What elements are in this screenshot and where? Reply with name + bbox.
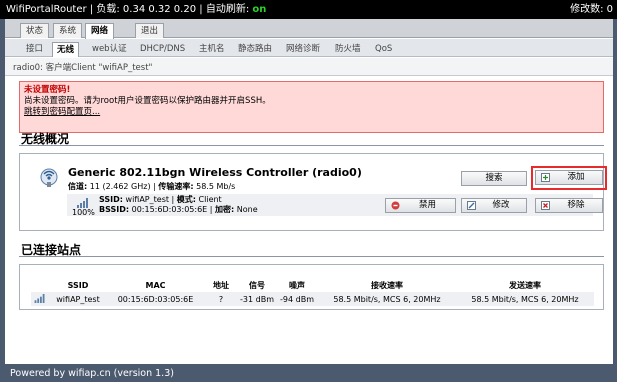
stations-table: SSID MAC 地址 信号 噪声 接收速率 发送速率 wifiAP_test …	[31, 278, 594, 306]
table-row: wifiAP_test 00:15:6D:03:05:6E ? -31 dBm …	[31, 292, 594, 306]
changes-count[interactable]: 修改数: 0	[570, 0, 613, 19]
ssid-value: wifiAP_test	[125, 195, 169, 204]
autorefresh-label: 自动刷新:	[205, 4, 250, 15]
column-tx-rate: 发送速率	[509, 280, 541, 290]
subtab-wireless[interactable]: 无线	[52, 42, 80, 57]
rate-value: 58.5 Mb/s	[196, 182, 236, 191]
remove-icon	[541, 201, 550, 210]
signal-bars-icon	[77, 198, 88, 208]
tab-system[interactable]: 系统	[53, 23, 83, 38]
subtab-diagnostics[interactable]: 网络诊断	[282, 42, 324, 57]
signal-percent: 100%	[72, 208, 95, 217]
disable-label: 禁用	[418, 200, 436, 210]
channel-label: 信道:	[68, 182, 88, 191]
station-signal: -31 dBm	[238, 292, 276, 306]
scan-button[interactable]: 搜索	[461, 171, 527, 186]
main-menu: 状态 系统 网络 退出	[5, 19, 613, 39]
network-submenu: 接口 无线 web认证 DHCP/DNS 主机名 静态路由 网络诊断 防火墙 Q…	[5, 39, 613, 57]
wireless-device-panel: Generic 802.11bgn Wireless Controller (r…	[19, 153, 607, 231]
add-button[interactable]: 添加	[535, 170, 603, 185]
main-content: 状态 系统 网络 退出 接口 无线 web认证 DHCP/DNS 主机名 静态路…	[5, 19, 613, 364]
encryption-label: 加密:	[215, 205, 235, 214]
station-address: ?	[204, 292, 238, 306]
bssid-label: BSSID:	[99, 205, 130, 214]
network-details: SSID: wifiAP_test | 模式: Client BSSID: 00…	[99, 195, 258, 214]
section-divider	[19, 256, 604, 257]
column-signal: 信号	[249, 280, 265, 290]
ssid-label: SSID:	[99, 195, 123, 204]
station-mac: 00:15:6D:03:05:6E	[107, 292, 204, 306]
table-header: SSID MAC 地址 信号 噪声 接收速率 发送速率	[31, 278, 594, 292]
station-noise: -94 dBm	[276, 292, 318, 306]
disable-icon	[391, 201, 400, 210]
add-label: 添加	[567, 172, 585, 182]
subtab-firewall[interactable]: 防火墙	[331, 42, 365, 57]
breadcrumb-bar: radio0: 客户端Client "wifiAP_test"	[5, 58, 613, 76]
edit-icon	[467, 201, 476, 210]
subtab-interfaces[interactable]: 接口	[22, 42, 47, 57]
tab-network[interactable]: 网络	[85, 23, 115, 39]
tab-logout[interactable]: 退出	[135, 23, 165, 38]
mode-label: 模式:	[176, 195, 196, 204]
remove-label: 移除	[567, 200, 585, 210]
mode-value: Client	[198, 195, 222, 204]
bssid-value: 00:15:6D:03:05:6E	[131, 205, 208, 214]
edit-label: 修改	[492, 200, 510, 210]
breadcrumb[interactable]: radio0: 客户端Client "wifiAP_test"	[13, 61, 152, 73]
station-rx-rate: 58.5 Mbit/s, MCS 6, 20MHz	[318, 292, 456, 306]
scan-label: 搜索	[485, 173, 503, 183]
signal-bars-icon	[34, 293, 45, 303]
section-divider	[19, 145, 604, 146]
column-noise: 噪声	[289, 280, 305, 290]
disable-button[interactable]: 禁用	[385, 198, 456, 213]
device-details: 信道: 11 (2.462 GHz) | 传输速率: 58.5 Mb/s	[68, 182, 236, 191]
subtab-static-routes[interactable]: 静态路由	[234, 42, 276, 57]
footer-powered-by: Powered by wifiap.cn (version 1.3)	[10, 368, 174, 379]
top-status-bar: WifiPortalRouter | 负载: 0.34 0.32 0.20 | …	[0, 0, 617, 19]
subtab-web-auth[interactable]: web认证	[88, 42, 131, 57]
device-name: Generic 802.11bgn Wireless Controller (r…	[68, 166, 362, 179]
autorefresh-toggle[interactable]: on	[252, 4, 266, 15]
edit-button[interactable]: 修改	[461, 198, 527, 213]
rate-label: 传输速率:	[158, 182, 194, 191]
column-ssid: SSID	[67, 280, 89, 290]
alert-title: 未设置密码!	[24, 85, 71, 95]
station-ssid: wifiAP_test	[49, 292, 107, 306]
column-rx-rate: 接收速率	[371, 280, 403, 290]
no-password-alert: 未设置密码! 尚未设置密码。请为root用户设置密码以保护路由器并开启SSH。 …	[19, 81, 604, 133]
hostname: WifiPortalRouter	[6, 4, 87, 15]
subtab-dhcp-dns[interactable]: DHCP/DNS	[136, 42, 189, 57]
stations-panel: SSID MAC 地址 信号 噪声 接收速率 发送速率 wifiAP_test …	[19, 264, 604, 310]
password-config-link[interactable]: 跳转到密码配置页...	[24, 107, 100, 117]
load-average: 负载: 0.34 0.32 0.20	[96, 4, 197, 15]
subtab-qos[interactable]: QoS	[371, 42, 396, 57]
tab-status[interactable]: 状态	[20, 23, 50, 38]
remove-button[interactable]: 移除	[535, 198, 603, 213]
channel-value: 11 (2.462 GHz)	[89, 182, 151, 191]
wireless-device-icon	[40, 168, 58, 187]
encryption-value: None	[236, 205, 258, 214]
add-icon	[541, 173, 550, 182]
column-address: 地址	[213, 280, 229, 290]
subtab-hostnames[interactable]: 主机名	[195, 42, 229, 57]
column-mac: MAC	[145, 280, 166, 290]
station-tx-rate: 58.5 Mbit/s, MCS 6, 20MHz	[456, 292, 594, 306]
alert-message: 尚未设置密码。请为root用户设置密码以保护路由器并开启SSH。	[24, 96, 271, 106]
